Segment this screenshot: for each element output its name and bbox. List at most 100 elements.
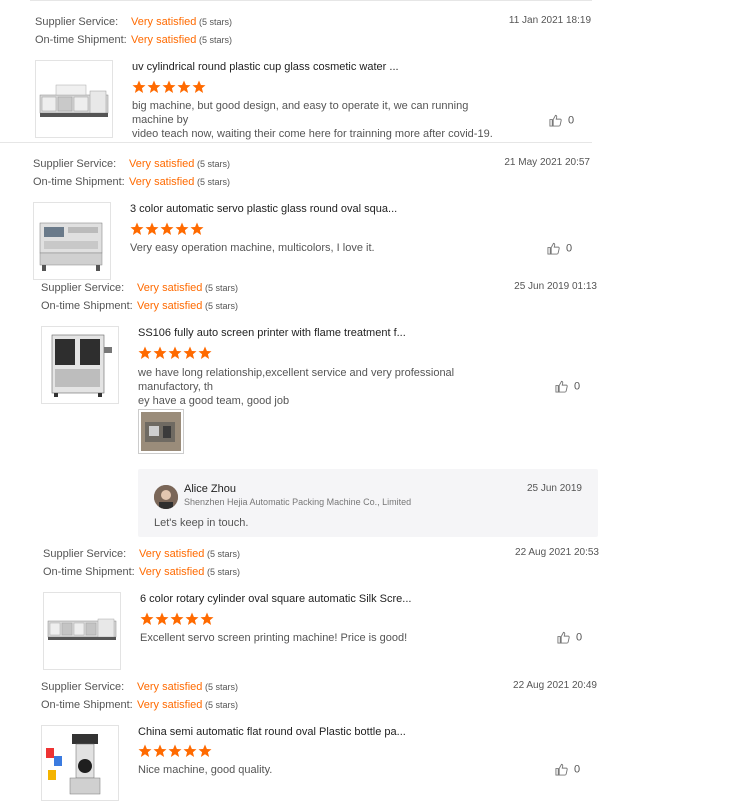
review-comment: Excellent servo screen printing machine!… (140, 631, 520, 645)
review-photo[interactable] (138, 409, 184, 454)
review-date: 25 Jun 2019 01:13 (514, 281, 597, 292)
star-icon (168, 346, 182, 359)
ontime-shipment-value: Very satisfied (139, 566, 205, 578)
seller-reply: Alice Zhou Shenzhen Hejia Automatic Pack… (138, 469, 598, 537)
ontime-shipment-rating: On-time Shipment: Very satisfied (5 stars) (33, 174, 230, 190)
review-date: 21 May 2021 20:57 (504, 157, 590, 168)
star-rating (130, 222, 205, 236)
supplier-service-stars: (5 stars) (197, 159, 231, 169)
reply-company-name: Shenzhen Hejia Automatic Packing Machine… (184, 497, 412, 507)
reply-author-name: Alice Zhou (184, 483, 236, 495)
like-count: 0 (574, 763, 581, 776)
supplier-service-value: Very satisfied (137, 681, 203, 693)
star-icon (132, 80, 146, 93)
supplier-service-stars: (5 stars) (205, 283, 239, 293)
comment-line: big machine, but good design, and easy t… (132, 100, 469, 126)
review-divider (0, 142, 592, 143)
thumbs-up-icon (555, 380, 568, 393)
top-divider (30, 0, 592, 1)
star-icon (138, 346, 152, 359)
supplier-service-label: Supplier Service: (35, 16, 119, 28)
ontime-shipment-value: Very satisfied (129, 176, 195, 188)
star-rating (132, 80, 207, 94)
star-rating (138, 346, 213, 360)
machine-image (39, 222, 103, 271)
ontime-shipment-stars: (5 stars) (197, 177, 231, 187)
star-icon (138, 744, 152, 757)
star-icon (155, 612, 169, 625)
ontime-shipment-value: Very satisfied (137, 300, 203, 312)
star-rating (138, 744, 213, 758)
star-icon (185, 612, 199, 625)
review-comment: big machine, but good design, and easy t… (132, 99, 512, 141)
star-icon (177, 80, 191, 93)
ontime-shipment-rating: On-time Shipment: Very satisfied (5 stars) (43, 564, 240, 580)
star-icon (200, 612, 214, 625)
ontime-shipment-rating: On-time Shipment: Very satisfied (5 stars) (41, 298, 238, 314)
product-title[interactable]: uv cylindrical round plastic cup glass c… (132, 61, 399, 73)
supplier-service-rating: Supplier Service: Very satisfied (5 stars) (41, 679, 238, 695)
supplier-service-value: Very satisfied (129, 158, 195, 170)
star-icon (183, 744, 197, 757)
star-icon (147, 80, 161, 93)
star-icon (162, 80, 176, 93)
product-thumbnail[interactable] (35, 60, 113, 138)
thumbs-up-icon (555, 763, 568, 776)
ontime-shipment-stars: (5 stars) (207, 567, 241, 577)
star-icon (170, 612, 184, 625)
like-count: 0 (576, 631, 583, 644)
product-thumbnail[interactable] (43, 592, 121, 670)
ontime-shipment-stars: (5 stars) (205, 301, 239, 311)
supplier-service-rating: Supplier Service: Very satisfied (5 stars) (43, 546, 240, 562)
star-icon (175, 222, 189, 235)
reply-date: 25 Jun 2019 (526, 483, 582, 494)
like-button[interactable]: 0 (549, 114, 574, 127)
product-title[interactable]: 3 color automatic servo plastic glass ro… (130, 203, 397, 215)
avatar (154, 485, 178, 509)
thumbs-up-icon (557, 631, 570, 644)
ontime-shipment-label: On-time Shipment: (33, 176, 125, 188)
product-thumbnail[interactable] (41, 725, 119, 801)
ontime-shipment-stars: (5 stars) (199, 35, 233, 45)
photo-thumbnail-image (141, 412, 181, 451)
ontime-shipment-label: On-time Shipment: (41, 699, 133, 711)
comment-line: we have long relationship,excellent serv… (138, 367, 455, 393)
supplier-service-label: Supplier Service: (41, 282, 125, 294)
supplier-service-rating: Supplier Service: Very satisfied (5 stars) (41, 280, 238, 296)
ontime-shipment-label: On-time Shipment: (41, 300, 133, 312)
product-thumbnail[interactable] (41, 326, 119, 404)
machine-image (39, 84, 109, 117)
ontime-shipment-stars: (5 stars) (205, 700, 239, 710)
review-item: Supplier Service: Very satisfied (5 stars)… (41, 675, 601, 801)
supplier-service-value: Very satisfied (131, 16, 197, 28)
product-title[interactable]: SS106 fully auto screen printer with fla… (138, 327, 406, 339)
ontime-shipment-rating: On-time Shipment: Very satisfied (5 stars) (41, 697, 238, 713)
product-thumbnail[interactable] (33, 202, 111, 280)
comment-line: video teach now, waiting their come here… (132, 128, 493, 140)
review-comment: Very easy operation machine, multicolors… (130, 241, 510, 255)
review-comment: we have long relationship,excellent serv… (138, 366, 518, 408)
like-button[interactable]: 0 (555, 380, 580, 393)
like-button[interactable]: 0 (547, 242, 572, 255)
star-icon (153, 744, 167, 757)
star-icon (145, 222, 159, 235)
like-button[interactable]: 0 (557, 631, 582, 644)
comment-line: ey have a good team, good job (138, 395, 290, 407)
comment-line: Excellent servo screen printing machine!… (140, 632, 408, 644)
supplier-service-rating: Supplier Service: Very satisfied (5 stars) (33, 156, 230, 172)
like-count: 0 (574, 380, 581, 393)
like-count: 0 (568, 114, 575, 127)
like-button[interactable]: 0 (555, 763, 580, 776)
star-icon (160, 222, 174, 235)
review-date: 11 Jan 2021 18:19 (508, 15, 591, 26)
review-comment: Nice machine, good quality. (138, 763, 518, 777)
supplier-service-label: Supplier Service: (33, 158, 117, 170)
supplier-service-label: Supplier Service: (41, 681, 125, 693)
ontime-shipment-label: On-time Shipment: (35, 34, 127, 46)
supplier-service-stars: (5 stars) (205, 682, 239, 692)
product-title[interactable]: 6 color rotary cylinder oval square auto… (140, 593, 411, 605)
star-icon (192, 80, 206, 93)
review-item: Supplier Service: Very satisfied (5 stars)… (41, 276, 601, 544)
product-title[interactable]: China semi automatic flat round oval Pla… (138, 726, 406, 738)
ontime-shipment-value: Very satisfied (131, 34, 197, 46)
